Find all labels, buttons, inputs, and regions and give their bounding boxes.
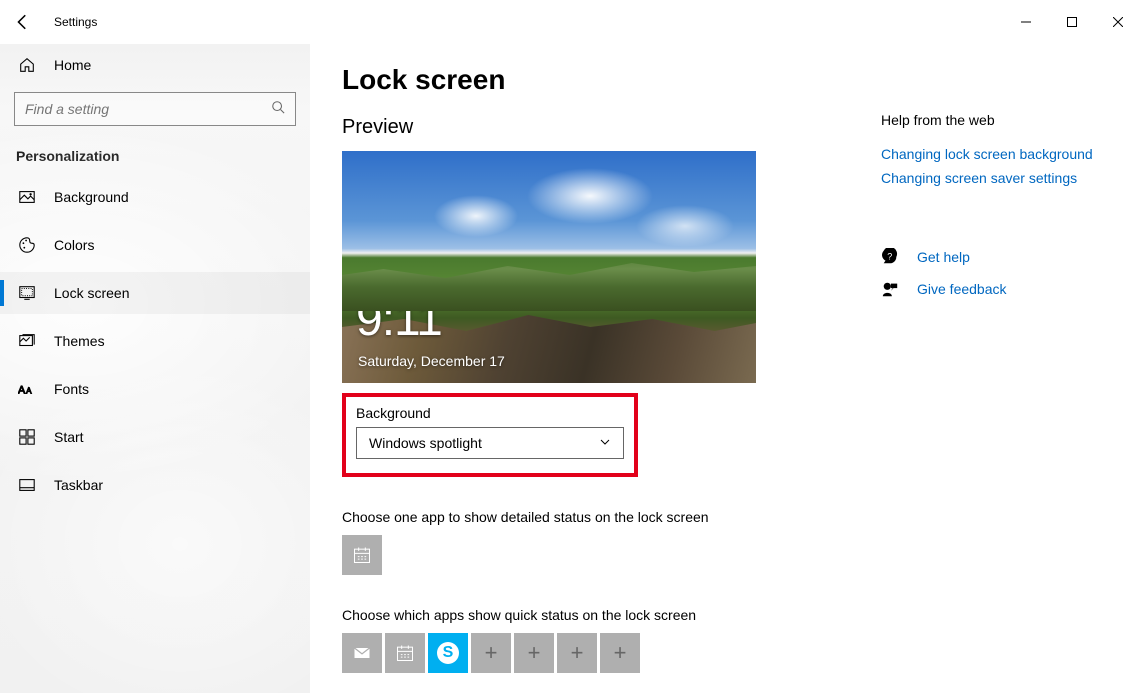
close-button[interactable]: [1095, 6, 1141, 38]
sidebar-item-start[interactable]: Start: [0, 416, 310, 458]
quick-status-tile-skype[interactable]: S: [428, 633, 468, 673]
skype-icon: S: [437, 642, 459, 664]
fonts-icon: AA: [18, 380, 36, 398]
help-link[interactable]: Changing screen saver settings: [881, 170, 1113, 186]
detailed-status-label: Choose one app to show detailed status o…: [342, 509, 862, 525]
quick-status-label: Choose which apps show quick status on t…: [342, 607, 862, 623]
sidebar-item-label: Themes: [54, 333, 105, 349]
sidebar-item-background[interactable]: Background: [0, 176, 310, 218]
sidebar-item-label: Lock screen: [54, 285, 129, 301]
quick-status-tile-add[interactable]: +: [514, 633, 554, 673]
search-icon: [271, 100, 285, 119]
quick-status-tile-add[interactable]: +: [557, 633, 597, 673]
sidebar-item-label: Start: [54, 429, 84, 445]
feedback-icon: [881, 280, 899, 298]
sidebar-item-themes[interactable]: Themes: [0, 320, 310, 362]
home-icon: [18, 56, 36, 74]
section-label: Personalization: [0, 126, 310, 170]
calendar-icon: [395, 643, 415, 663]
svg-text:?: ?: [887, 252, 892, 262]
help-header: Help from the web: [881, 112, 1113, 128]
sidebar-item-label: Taskbar: [54, 477, 103, 493]
home-label: Home: [54, 57, 91, 73]
plus-icon: +: [614, 640, 627, 666]
plus-icon: +: [528, 640, 541, 666]
sidebar-item-label: Fonts: [54, 381, 89, 397]
palette-icon: [18, 236, 36, 254]
themes-icon: [18, 332, 36, 350]
sidebar-item-colors[interactable]: Colors: [0, 224, 310, 266]
quick-status-tile-add[interactable]: +: [471, 633, 511, 673]
home-nav[interactable]: Home: [0, 48, 310, 82]
detailed-status-app-tile[interactable]: [342, 535, 382, 575]
window-title: Settings: [54, 15, 97, 29]
sidebar-item-label: Background: [54, 189, 129, 205]
minimize-button[interactable]: [1003, 6, 1049, 38]
mail-icon: [352, 643, 372, 663]
svg-text:A: A: [26, 387, 32, 396]
help-link[interactable]: Changing lock screen background: [881, 146, 1113, 162]
quick-status-tile-add[interactable]: +: [600, 633, 640, 673]
lock-screen-icon: [18, 284, 36, 302]
lock-screen-preview: 9:11 Saturday, December 17: [342, 151, 756, 383]
get-help-link[interactable]: Get help: [917, 249, 970, 265]
search-box[interactable]: [14, 92, 296, 126]
sidebar-item-lock-screen[interactable]: Lock screen: [0, 272, 310, 314]
background-setting-highlight: Background Windows spotlight: [342, 393, 638, 477]
sidebar-item-taskbar[interactable]: Taskbar: [0, 464, 310, 506]
preview-date: Saturday, December 17: [358, 353, 505, 369]
preview-heading: Preview: [342, 116, 862, 139]
start-icon: [18, 428, 36, 446]
picture-icon: [18, 188, 36, 206]
plus-icon: +: [571, 640, 584, 666]
preview-time: 9:11: [356, 292, 442, 347]
quick-status-tile-calendar[interactable]: [385, 633, 425, 673]
background-label: Background: [356, 405, 624, 421]
sidebar-item-label: Colors: [54, 237, 94, 253]
svg-text:A: A: [18, 385, 26, 397]
calendar-icon: [352, 545, 372, 565]
plus-icon: +: [485, 640, 498, 666]
help-icon: ?: [881, 248, 899, 266]
background-dropdown[interactable]: Windows spotlight: [356, 427, 624, 459]
maximize-button[interactable]: [1049, 6, 1095, 38]
back-button[interactable]: [14, 13, 32, 31]
sidebar-item-fonts[interactable]: AA Fonts: [0, 368, 310, 410]
page-title: Lock screen: [342, 64, 862, 96]
chevron-down-icon: [599, 435, 611, 451]
give-feedback-link[interactable]: Give feedback: [917, 281, 1007, 297]
background-dropdown-value: Windows spotlight: [369, 435, 482, 451]
search-input[interactable]: [25, 101, 245, 117]
quick-status-tile-mail[interactable]: [342, 633, 382, 673]
taskbar-icon: [18, 476, 36, 494]
